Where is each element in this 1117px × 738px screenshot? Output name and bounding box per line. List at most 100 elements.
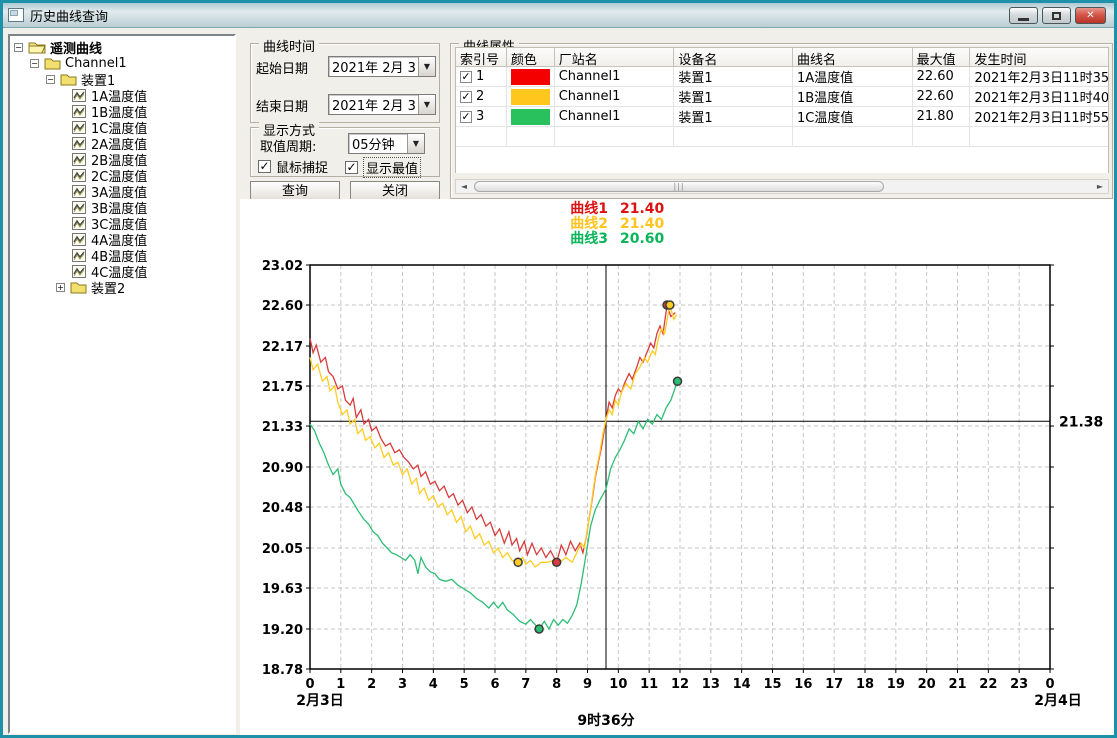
app-window: 历史曲线查询 ✕ 遥测曲线 Channel1 装置1 1A温度值1B温度值1C温… — [0, 0, 1117, 738]
row-index: 1 — [476, 69, 484, 84]
folder-icon — [60, 73, 77, 86]
dropdown-arrow-icon[interactable]: ▼ — [407, 134, 424, 153]
period-combo[interactable]: 05分钟 ▼ — [348, 133, 425, 154]
minimize-button[interactable] — [1009, 7, 1038, 24]
svg-text:0: 0 — [1045, 677, 1054, 692]
svg-text:2: 2 — [367, 677, 376, 692]
show-extremes-label: 显示最值 — [363, 157, 421, 178]
close-icon: ✕ — [1086, 11, 1094, 21]
period-row: 取值周期: — [260, 136, 316, 155]
scroll-left-arrow-icon[interactable]: ◄ — [456, 180, 472, 193]
window-title: 历史曲线查询 — [30, 6, 108, 25]
mouse-capture-checkbox-row[interactable]: 鼠标捕捉 — [258, 157, 328, 176]
period-label: 取值周期: — [260, 136, 316, 155]
open-folder-icon — [28, 40, 46, 54]
curve-icon — [72, 201, 87, 214]
color-swatch — [511, 109, 550, 125]
curve-chart-svg[interactable]: 23.0222.6022.1721.7521.3320.9020.4820.05… — [240, 199, 1116, 738]
svg-text:4: 4 — [429, 677, 438, 692]
svg-text:17: 17 — [825, 677, 843, 692]
row-checkbox[interactable] — [460, 111, 472, 123]
max-cell: 22.60 — [913, 67, 971, 87]
curve-cell: 1B温度值 — [793, 87, 913, 107]
dropdown-arrow-icon[interactable]: ▼ — [418, 57, 435, 76]
row-checkbox[interactable] — [460, 91, 472, 103]
show-extremes-checkbox[interactable] — [345, 161, 358, 174]
svg-text:19.63: 19.63 — [262, 582, 303, 597]
tree-item-label: 遥测曲线 — [50, 38, 102, 57]
start-date-label: 起始日期 — [256, 58, 324, 77]
col-header-time[interactable]: 发生时间 — [970, 48, 1108, 67]
col-header-index[interactable]: 索引号 — [456, 48, 507, 67]
title-bar[interactable]: 历史曲线查询 ✕ — [3, 3, 1114, 28]
show-extremes-checkbox-row[interactable]: 显示最值 — [345, 157, 421, 178]
curve-icon — [72, 169, 87, 182]
table-row[interactable]: 2 Channel1 装置1 1B温度值 22.60 2021年2月3日11时4… — [456, 87, 1108, 107]
legend-label: 曲线1 — [562, 202, 608, 217]
chart-legend: 曲线1 21.40 曲线2 21.40 曲线3 20.60 — [562, 202, 676, 247]
col-header-color[interactable]: 颜色 — [507, 48, 555, 67]
curve-icon — [72, 121, 87, 134]
table-header-row[interactable]: 索引号 颜色 厂站名 设备名 曲线名 最大值 发生时间 — [456, 48, 1108, 67]
col-header-device[interactable]: 设备名 — [674, 48, 793, 67]
maximize-button[interactable] — [1042, 7, 1071, 24]
curve-icon — [72, 185, 87, 198]
start-date-row: 起始日期 — [256, 58, 324, 77]
collapse-icon[interactable] — [14, 43, 23, 52]
tree-item-label: 装置2 — [91, 278, 125, 297]
tree-item-telemetry-curves[interactable]: 遥测曲线 — [12, 39, 232, 55]
svg-text:7: 7 — [521, 677, 530, 692]
tree-item-channel1[interactable]: Channel1 — [12, 55, 232, 71]
scrollbar-track[interactable]: ||| — [472, 180, 1092, 193]
svg-text:16: 16 — [794, 677, 812, 692]
svg-text:0: 0 — [305, 677, 314, 692]
svg-text:9时36分: 9时36分 — [577, 712, 634, 729]
table-row[interactable]: 3 Channel1 装置1 1C温度值 21.80 2021年2月3日11时5… — [456, 107, 1108, 127]
svg-text:12: 12 — [671, 677, 689, 692]
svg-text:19.20: 19.20 — [262, 623, 303, 638]
svg-text:3: 3 — [398, 677, 407, 692]
tree-item-label: Channel1 — [65, 56, 127, 71]
scroll-right-arrow-icon[interactable]: ► — [1092, 180, 1108, 193]
end-date-combo[interactable]: 2021年 2月 3 ▼ — [328, 94, 436, 115]
close-button[interactable]: ✕ — [1075, 7, 1106, 24]
scrollbar-thumb[interactable]: ||| — [474, 181, 884, 192]
svg-text:18.78: 18.78 — [262, 663, 303, 678]
chart-area[interactable]: 曲线1 21.40 曲线2 21.40 曲线3 20.60 23.0222.60… — [240, 199, 1116, 738]
svg-text:2月4日: 2月4日 — [1034, 693, 1081, 709]
table-horizontal-scrollbar[interactable]: ◄ ||| ► — [455, 179, 1109, 194]
time-cell: 2021年2月3日11时40 — [970, 87, 1108, 107]
color-swatch — [511, 89, 550, 105]
curve-properties-table[interactable]: 索引号 颜色 厂站名 设备名 曲线名 最大值 发生时间 1 Channel1 装… — [455, 47, 1109, 173]
expand-icon[interactable] — [56, 283, 65, 292]
legend-item: 曲线1 21.40 — [562, 202, 676, 217]
dropdown-arrow-icon[interactable]: ▼ — [418, 95, 435, 114]
svg-text:9: 9 — [583, 677, 592, 692]
svg-text:23.02: 23.02 — [262, 259, 303, 274]
mouse-capture-checkbox[interactable] — [258, 160, 271, 173]
device-cell: 装置1 — [674, 87, 793, 107]
table-row[interactable]: 1 Channel1 装置1 1A温度值 22.60 2021年2月3日11时3… — [456, 67, 1108, 87]
col-header-station[interactable]: 厂站名 — [555, 48, 675, 67]
curve-icon — [72, 249, 87, 262]
svg-text:23: 23 — [1010, 677, 1028, 692]
tree-item-device2[interactable]: 装置2 — [12, 279, 232, 295]
curve-icon — [72, 105, 87, 118]
curve-tree[interactable]: 遥测曲线 Channel1 装置1 1A温度值1B温度值1C温度值2A温度值2B… — [8, 34, 236, 734]
start-date-combo[interactable]: 2021年 2月 3 ▼ — [328, 56, 436, 77]
col-header-curve[interactable]: 曲线名 — [793, 48, 913, 67]
window-icon — [8, 8, 24, 22]
collapse-icon[interactable] — [30, 59, 39, 68]
svg-text:13: 13 — [702, 677, 720, 692]
collapse-icon[interactable] — [46, 75, 55, 84]
svg-text:19: 19 — [887, 677, 905, 692]
svg-text:10: 10 — [609, 677, 627, 692]
col-header-max[interactable]: 最大值 — [913, 48, 971, 67]
station-cell: Channel1 — [555, 67, 675, 87]
row-checkbox[interactable] — [460, 71, 472, 83]
curve-icon — [72, 137, 87, 150]
curve-leaf-list: 1A温度值1B温度值1C温度值2A温度值2B温度值2C温度值3A温度值3B温度值… — [12, 87, 232, 279]
svg-text:2月3日: 2月3日 — [296, 693, 343, 709]
end-date-value: 2021年 2月 3 — [329, 95, 418, 114]
svg-text:20.90: 20.90 — [262, 461, 303, 476]
